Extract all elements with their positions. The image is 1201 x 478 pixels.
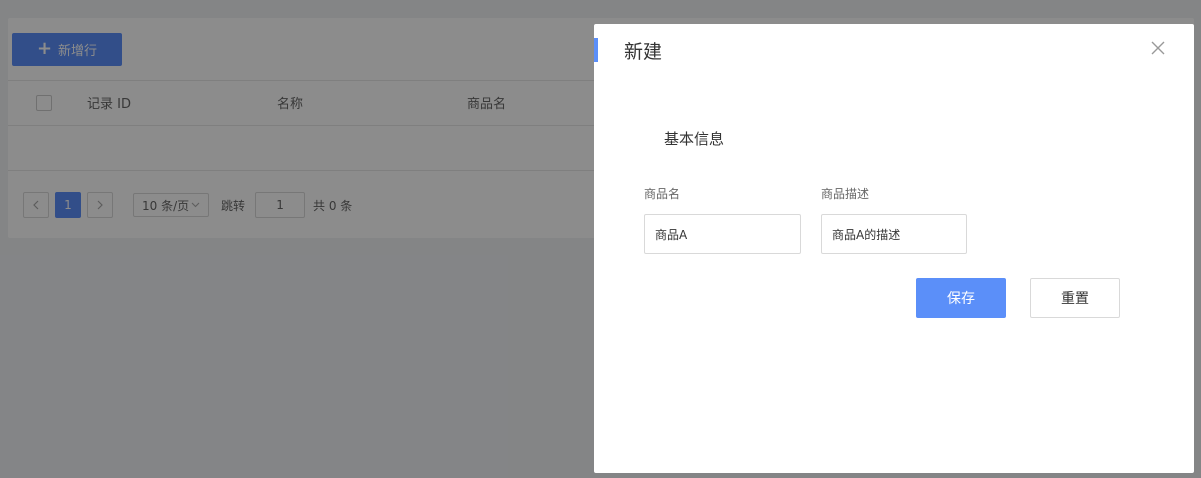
title-accent-bar [594, 38, 598, 62]
reset-button[interactable]: 重置 [1030, 278, 1120, 318]
close-button[interactable] [1150, 40, 1166, 56]
product-name-label: 商品名 [644, 187, 681, 201]
product-description-input[interactable] [821, 214, 967, 254]
create-drawer: 新建 基本信息 商品名 商品描述 保存 重置 [594, 24, 1194, 473]
save-button[interactable]: 保存 [916, 278, 1006, 318]
page: + 新增行 记录 ID 名称 商品名 1 10 条/页 跳转 1 共 0 条 新… [0, 0, 1201, 478]
product-name-input[interactable] [644, 214, 801, 254]
product-description-label: 商品描述 [821, 187, 870, 201]
drawer-title: 新建 [624, 41, 663, 63]
section-title: 基本信息 [664, 130, 725, 148]
close-icon [1151, 41, 1165, 55]
